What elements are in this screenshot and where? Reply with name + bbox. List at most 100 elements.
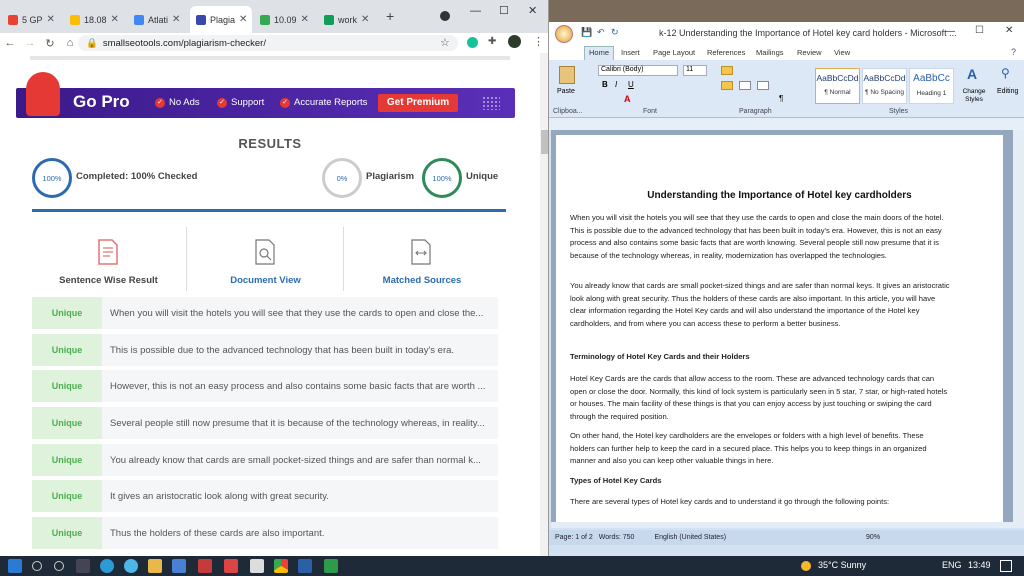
tab-references[interactable]: References xyxy=(707,48,745,57)
notepad-icon[interactable] xyxy=(250,559,264,573)
get-premium-button[interactable]: Get Premium xyxy=(378,94,458,112)
browser-tab[interactable]: Atlati ✕ xyxy=(128,6,188,33)
task-view-icon[interactable] xyxy=(76,559,90,573)
result-row[interactable]: Unique When you will visit the hotels you… xyxy=(32,297,498,329)
redo-icon[interactable]: ↻ xyxy=(611,27,619,38)
close-icon[interactable]: ✕ xyxy=(301,14,309,25)
page-count[interactable]: Page: 1 of 2 xyxy=(555,534,593,541)
browser-tab[interactable]: 10.09 ✕ xyxy=(254,6,314,33)
zoom-level[interactable]: 90% xyxy=(866,534,880,541)
browser-tab[interactable]: work ✕ xyxy=(318,6,374,33)
result-row[interactable]: Unique Thus the holders of these cards ar… xyxy=(32,517,498,549)
browser-tab[interactable]: 5 GP ✕ xyxy=(2,6,60,33)
chrome-icon[interactable] xyxy=(274,559,288,573)
forward-icon[interactable]: → xyxy=(20,37,40,49)
windows-start-icon[interactable] xyxy=(8,559,22,573)
page-scrollbar[interactable] xyxy=(540,53,548,556)
app-icon[interactable] xyxy=(324,559,338,573)
document-scrollbar[interactable] xyxy=(1013,130,1024,528)
bullets-icon[interactable] xyxy=(721,66,733,75)
app-icon[interactable] xyxy=(224,559,238,573)
notification-icon[interactable] xyxy=(1000,560,1012,572)
office-button-icon[interactable] xyxy=(555,25,573,43)
file-explorer-icon[interactable] xyxy=(148,559,162,573)
pilcrow-icon[interactable]: ¶ xyxy=(779,94,783,103)
horizontal-scrollbar[interactable] xyxy=(551,522,1013,528)
close-icon[interactable]: ✕ xyxy=(239,14,247,25)
ruler[interactable] xyxy=(549,118,1024,130)
tab-insert[interactable]: Insert xyxy=(621,48,640,57)
edge-icon[interactable] xyxy=(100,559,114,573)
result-row[interactable]: Unique However, this is not an easy proce… xyxy=(32,370,498,402)
minimize-icon[interactable]: — xyxy=(945,26,955,37)
reload-icon[interactable]: ↻ xyxy=(40,37,60,50)
tab-page-layout[interactable]: Page Layout xyxy=(653,48,695,57)
menu-kebab-icon[interactable]: ⋮ xyxy=(533,35,544,48)
language-text[interactable]: ENG xyxy=(942,560,962,570)
font-name-select[interactable]: Calibri (Body) xyxy=(598,65,678,76)
browser-tab-active[interactable]: Plagia ✕ xyxy=(190,6,252,33)
style-heading-1[interactable]: AaBbCc Heading 1 xyxy=(909,68,954,104)
style-no-spacing[interactable]: AaBbCcDd ¶ No Spacing xyxy=(862,68,907,104)
font-color-icon[interactable]: A xyxy=(624,94,631,104)
tab-home[interactable]: Home xyxy=(584,46,615,60)
document-page[interactable]: Understanding the Importance of Hotel ke… xyxy=(556,135,1003,525)
store-icon[interactable] xyxy=(172,559,186,573)
tab-document-view[interactable]: Document View xyxy=(188,227,344,291)
help-icon[interactable]: ? xyxy=(1011,47,1016,57)
avatar[interactable] xyxy=(508,35,521,48)
word-icon[interactable] xyxy=(298,559,312,573)
word-count[interactable]: Words: 750 xyxy=(599,534,635,541)
clock-time[interactable]: 13:49 xyxy=(968,560,991,570)
scrollbar-thumb[interactable] xyxy=(541,130,548,154)
address-bar[interactable]: 🔒 smallseotools.com/plagiarism-checker/ xyxy=(78,35,458,51)
close-icon[interactable]: ✕ xyxy=(47,14,55,25)
tab-view[interactable]: View xyxy=(834,48,850,57)
tab-sentence-wise[interactable]: Sentence Wise Result xyxy=(31,227,187,291)
bookmark-star-icon[interactable]: ☆ xyxy=(440,36,450,49)
tab-matched-sources[interactable]: Matched Sources xyxy=(344,227,500,291)
maximize-icon[interactable]: ☐ xyxy=(499,4,509,17)
change-styles-button[interactable]: Change Styles xyxy=(959,88,989,104)
language-indicator[interactable]: English (United States) xyxy=(654,534,726,541)
weather-text[interactable]: 35°C Sunny xyxy=(818,560,866,570)
app-icon[interactable] xyxy=(198,559,212,573)
extensions-icon[interactable]: ✚ xyxy=(488,36,496,47)
bold-icon[interactable]: B xyxy=(602,80,608,89)
browser-tab[interactable]: 18.08 ✕ xyxy=(64,6,124,33)
undo-icon[interactable]: ↶ xyxy=(597,27,605,38)
back-icon[interactable]: ← xyxy=(0,37,20,49)
style-normal[interactable]: AaBbCcDd ¶ Normal xyxy=(815,68,860,104)
home-icon[interactable]: ⌂ xyxy=(60,37,80,49)
result-row[interactable]: Unique This is possible due to the advanc… xyxy=(32,334,498,366)
underline-icon[interactable]: U xyxy=(628,80,634,89)
font-size-select[interactable]: 11 xyxy=(683,65,707,76)
result-row[interactable]: Unique It gives an aristocratic look alon… xyxy=(32,480,498,512)
close-icon[interactable]: ✕ xyxy=(111,14,119,25)
edge-new-icon[interactable] xyxy=(124,559,138,573)
profile-icon[interactable] xyxy=(440,11,450,21)
close-icon[interactable]: ✕ xyxy=(172,14,180,25)
close-window-icon[interactable]: ✕ xyxy=(528,4,537,17)
italic-icon[interactable]: I xyxy=(615,80,617,89)
editing-button[interactable]: Editing xyxy=(997,88,1018,95)
align-center-icon[interactable] xyxy=(739,81,751,90)
result-row[interactable]: Unique Several people still now presume t… xyxy=(32,407,498,439)
align-right-icon[interactable] xyxy=(757,81,769,90)
result-row[interactable]: Unique You already know that cards are sm… xyxy=(32,444,498,476)
tab-review[interactable]: Review xyxy=(797,48,822,57)
new-tab-icon[interactable]: + xyxy=(386,8,394,24)
tab-mailings[interactable]: Mailings xyxy=(756,48,784,57)
close-icon[interactable]: ✕ xyxy=(361,14,369,25)
change-styles-icon[interactable]: A xyxy=(967,66,977,82)
binoculars-icon[interactable]: ⚲ xyxy=(1001,66,1010,80)
maximize-icon[interactable]: ☐ xyxy=(975,25,984,36)
align-left-icon[interactable] xyxy=(721,81,733,90)
search-icon[interactable] xyxy=(32,561,42,571)
grammarly-icon[interactable] xyxy=(467,37,478,48)
minimize-icon[interactable]: — xyxy=(470,5,481,17)
close-window-icon[interactable]: ✕ xyxy=(1005,25,1013,36)
save-icon[interactable]: 💾 xyxy=(581,27,592,38)
cortana-icon[interactable] xyxy=(54,561,64,571)
paste-icon[interactable] xyxy=(559,66,575,84)
